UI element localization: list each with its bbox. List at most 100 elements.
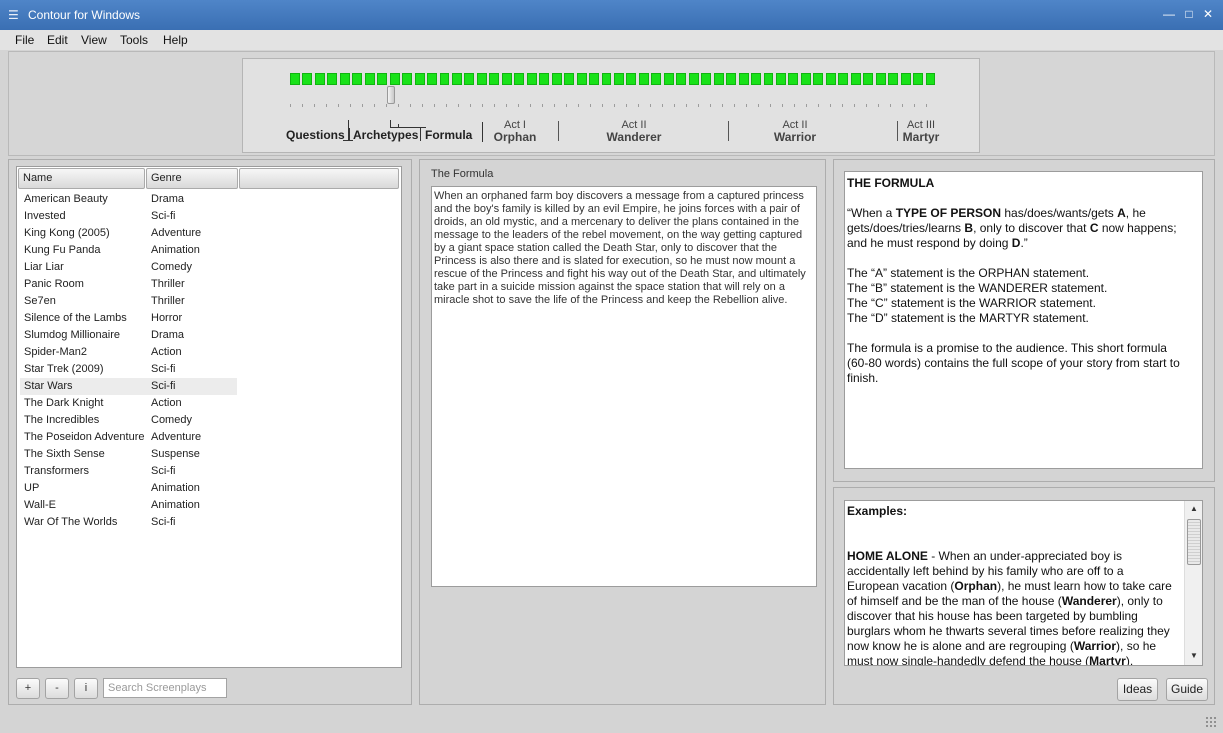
stage-questions[interactable]: Questions (286, 128, 345, 142)
screenplay-row[interactable]: The Incredibles Comedy (20, 412, 237, 429)
guide-button[interactable]: Guide (1166, 678, 1208, 701)
examples-box[interactable]: Examples: HOME ALONE - When an under-app… (844, 500, 1203, 666)
guide-title: THE FORMULA (847, 176, 935, 190)
progress-segment (377, 73, 388, 85)
screenplay-row[interactable]: War Of The Worlds Sci-fi (20, 514, 237, 531)
progress-segment (501, 73, 512, 85)
slider-ticks (290, 104, 938, 107)
example-home-alone: HOME ALONE - When an under-appreciated b… (847, 549, 1183, 665)
screenplay-genre: Drama (151, 193, 185, 205)
screenplay-row[interactable]: Silence of the Lambs Horror (20, 310, 237, 327)
menu-help[interactable]: Help (163, 33, 188, 47)
screenplay-row[interactable]: Wall-E Animation (20, 497, 237, 514)
screenplay-name: Liar Liar (24, 261, 64, 273)
progress-segment (314, 73, 325, 85)
screenplay-row[interactable]: Liar Liar Comedy (20, 259, 237, 276)
screenplay-name: War Of The Worlds (24, 516, 118, 528)
scroll-thumb[interactable] (1187, 519, 1201, 565)
screenplay-name: UP (24, 482, 40, 494)
examples-scrollbar[interactable]: ▲ ▼ (1184, 501, 1202, 665)
screenplay-row[interactable]: Kung Fu Panda Animation (20, 242, 237, 259)
progress-segment (751, 73, 762, 85)
screenplay-row[interactable]: UP Animation (20, 480, 237, 497)
screenplay-row[interactable]: The Dark Knight Action (20, 395, 237, 412)
screenplay-row[interactable]: The Sixth Sense Suspense (20, 446, 237, 463)
act-martyr[interactable]: Act III Martyr (899, 119, 943, 144)
progress-segment (726, 73, 737, 85)
title-bar: ☰ Contour for Windows — □ ✕ (0, 0, 1223, 30)
screenplay-genre: Sci-fi (151, 380, 176, 392)
progress-segment (364, 73, 375, 85)
stage-divider (420, 128, 421, 141)
progress-segment (788, 73, 799, 85)
menu-view[interactable]: View (81, 33, 107, 47)
screenplay-name: The Dark Knight (24, 397, 104, 409)
act-wanderer[interactable]: Act II Wanderer (588, 119, 680, 144)
examples-content: Examples: HOME ALONE - When an under-app… (847, 504, 1183, 665)
screenplay-name: Transformers (24, 465, 89, 477)
screenplay-row[interactable]: Spider-Man2 Action (20, 344, 237, 361)
example-line: burglars whom he thwarts several times b… (847, 624, 1170, 638)
screenplay-name: The Poseidon Adventure (24, 431, 145, 443)
stage-formula[interactable]: Formula (425, 128, 472, 142)
screenplay-genre: Horror (151, 312, 183, 324)
info-button[interactable]: i (74, 678, 98, 699)
scroll-up-icon[interactable]: ▲ (1188, 503, 1200, 515)
guide-note: The formula is a promise to the audience… (847, 341, 1180, 385)
act-warrior[interactable]: Act II Warrior (758, 119, 832, 144)
progress-segment (800, 73, 811, 85)
screenplay-row[interactable]: Panic Room Thriller (20, 276, 237, 293)
screenplay-genre: Sci-fi (151, 465, 176, 477)
progress-segment (850, 73, 861, 85)
stage-archetypes[interactable]: Archetypes (353, 128, 418, 142)
screenplay-genre: Action (151, 397, 182, 409)
act-name: Warrior (773, 130, 817, 144)
maximize-icon[interactable]: □ (1180, 6, 1198, 22)
resize-grip-icon[interactable] (1205, 716, 1217, 728)
column-header-name[interactable]: Name (18, 168, 145, 189)
progress-segment (576, 73, 587, 85)
screenplay-genre: Animation (151, 244, 200, 256)
timeline-slider-thumb[interactable] (387, 86, 396, 104)
screenplay-row[interactable]: Transformers Sci-fi (20, 463, 237, 480)
example-line: accidentally left behind by his family w… (847, 564, 1124, 578)
column-header-empty[interactable] (239, 168, 399, 189)
screenplay-row[interactable]: Star Wars Sci-fi (20, 378, 237, 395)
screenplay-name: Kung Fu Panda (24, 244, 101, 256)
screenplay-name: American Beauty (24, 193, 108, 205)
screenplay-row[interactable]: American Beauty Drama (20, 191, 237, 208)
screenplay-row[interactable]: Star Trek (2009) Sci-fi (20, 361, 237, 378)
screenplay-genre: Adventure (151, 227, 202, 239)
progress-segment (888, 73, 899, 85)
ideas-button[interactable]: Ideas (1117, 678, 1158, 701)
menu-file[interactable]: File (15, 33, 34, 47)
scroll-down-icon[interactable]: ▼ (1188, 650, 1200, 662)
screenplay-genre: Drama (151, 329, 185, 341)
formula-textarea[interactable]: When an orphaned farm boy discovers a me… (431, 186, 817, 587)
act-name: Martyr (902, 130, 940, 144)
window-title: Contour for Windows (28, 8, 141, 22)
act-separator (558, 121, 559, 141)
guide-statements: The “A” statement is the ORPHAN statemen… (847, 266, 1108, 325)
screenplay-row[interactable]: Invested Sci-fi (20, 208, 237, 225)
column-header-genre[interactable]: Genre (146, 168, 238, 189)
remove-screenplay-button[interactable]: - (45, 678, 69, 699)
progress-segment (825, 73, 836, 85)
search-screenplays-input[interactable] (103, 678, 227, 698)
screenplay-row[interactable]: King Kong (2005) Adventure (20, 225, 237, 242)
screenplay-name: Invested (24, 210, 66, 222)
act-orphan[interactable]: Act I Orphan (484, 119, 546, 144)
menu-edit[interactable]: Edit (47, 33, 68, 47)
close-icon[interactable]: ✕ (1199, 6, 1217, 22)
screenplay-row[interactable]: Se7en Thriller (20, 293, 237, 310)
minimize-icon[interactable]: — (1160, 6, 1178, 22)
screenplay-name: The Sixth Sense (24, 448, 105, 460)
screenplay-row[interactable]: The Poseidon Adventure Adventure (20, 429, 237, 446)
screenplay-row[interactable]: Slumdog Millionaire Drama (20, 327, 237, 344)
act-name: Wanderer (606, 130, 662, 144)
example-line: of himself and be the man of the house (… (847, 594, 1163, 608)
menu-tools[interactable]: Tools (120, 33, 148, 47)
add-screenplay-button[interactable]: + (16, 678, 40, 699)
example-line: now know he is alone and are regrouping … (847, 639, 1157, 653)
app-icon: ☰ (8, 8, 19, 22)
